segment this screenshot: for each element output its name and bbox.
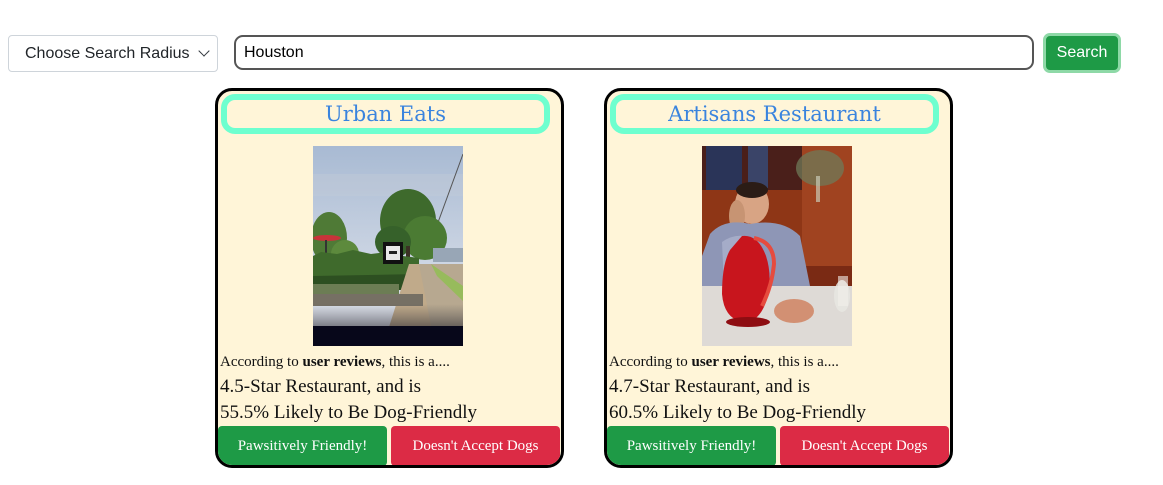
caption-suffix: , this is a.... bbox=[770, 354, 839, 370]
dog-likelihood-text: 55.5% Likely to Be Dog-Friendly bbox=[220, 402, 477, 423]
dog-friendly-button[interactable]: Pawsitively Friendly! bbox=[218, 426, 387, 465]
street-view-photo bbox=[313, 146, 463, 346]
no-dogs-button[interactable]: Doesn't Accept Dogs bbox=[391, 426, 560, 465]
caption-bold: user reviews bbox=[302, 354, 382, 370]
star-rating-text: 4.7-Star Restaurant, and is bbox=[609, 376, 811, 397]
caption-prefix: According to bbox=[220, 354, 303, 370]
caption-bold: user reviews bbox=[691, 354, 771, 370]
search-bar: Choose Search Radius Search bbox=[0, 0, 1163, 90]
diner-photo bbox=[702, 146, 852, 346]
review-caption: According to user reviews, this is a.... bbox=[609, 354, 839, 371]
restaurant-card: Urban Eats According to user reviews, th… bbox=[215, 88, 564, 468]
restaurant-card: Artisans Restaurant According to user re… bbox=[604, 88, 953, 468]
search-button[interactable]: Search bbox=[1043, 33, 1121, 73]
search-radius-label: Choose Search Radius bbox=[25, 44, 190, 62]
search-radius-select[interactable]: Choose Search Radius bbox=[8, 35, 218, 72]
restaurant-photo bbox=[313, 146, 463, 346]
chevron-down-icon bbox=[198, 45, 210, 57]
no-dogs-button[interactable]: Doesn't Accept Dogs bbox=[780, 426, 949, 465]
star-rating-text: 4.5-Star Restaurant, and is bbox=[220, 376, 422, 397]
dog-likelihood-text: 60.5% Likely to Be Dog-Friendly bbox=[609, 402, 866, 423]
caption-prefix: According to bbox=[609, 354, 692, 370]
restaurant-name: Artisans Restaurant bbox=[610, 94, 939, 134]
restaurant-name: Urban Eats bbox=[221, 94, 550, 134]
caption-suffix: , this is a.... bbox=[381, 354, 450, 370]
location-search-input[interactable] bbox=[234, 35, 1034, 70]
dog-friendly-button[interactable]: Pawsitively Friendly! bbox=[607, 426, 776, 465]
review-caption: According to user reviews, this is a.... bbox=[220, 354, 450, 371]
restaurant-photo bbox=[702, 146, 852, 346]
